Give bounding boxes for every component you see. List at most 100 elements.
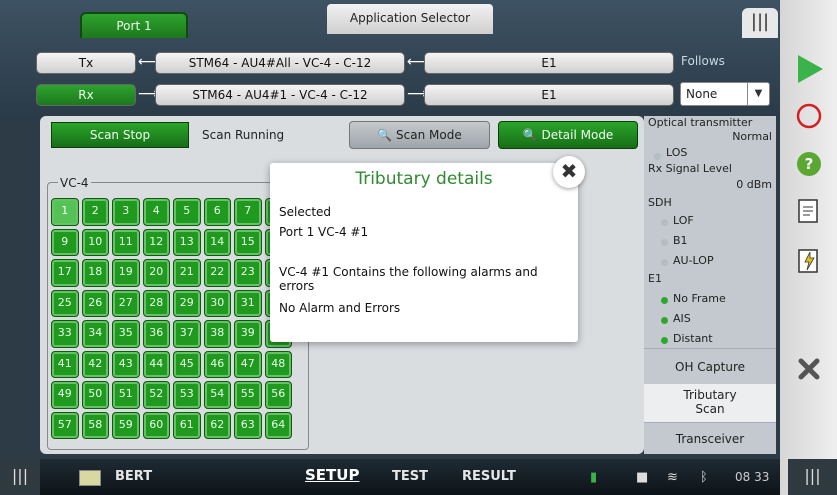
tributary-cell[interactable]: 19 <box>112 259 140 287</box>
tributary-cell[interactable]: 5 <box>173 198 201 226</box>
tributary-cell[interactable]: 15 <box>234 228 262 256</box>
tributary-cell[interactable]: 28 <box>142 289 170 317</box>
tributary-cell[interactable]: 41 <box>51 350 79 378</box>
tributary-cell[interactable]: 44 <box>142 350 170 378</box>
tributary-cell[interactable]: 29 <box>173 289 201 317</box>
tributary-cell[interactable]: 25 <box>51 289 79 317</box>
rx-signal-level-value: 0 dBm <box>736 178 772 191</box>
tributary-cell[interactable]: 33 <box>51 320 79 348</box>
tributary-cell[interactable]: 17 <box>51 259 79 287</box>
tributary-cell[interactable]: 20 <box>142 259 170 287</box>
tributary-cell[interactable]: 57 <box>51 411 79 439</box>
tributary-cell[interactable]: 61 <box>173 411 201 439</box>
au-lop-label: AU-LOP <box>673 254 714 267</box>
rx-button[interactable]: Rx <box>36 84 136 106</box>
tributary-cell[interactable]: 23 <box>234 259 262 287</box>
tx-hierarchy-box[interactable]: STM64 - AU4#All - VC-4 - C-12 <box>155 52 405 74</box>
tributary-cell[interactable]: 42 <box>81 350 109 378</box>
tab-test[interactable]: TEST <box>392 469 428 484</box>
right-grip[interactable]: ||| <box>788 459 837 495</box>
rx-client-box[interactable]: E1 <box>424 84 674 106</box>
tributary-cell[interactable]: 7 <box>234 198 262 226</box>
tributary-cell[interactable]: 58 <box>81 411 109 439</box>
tributary-cell[interactable]: 21 <box>173 259 201 287</box>
tributary-cell[interactable]: 49 <box>51 381 79 409</box>
tx-client-box[interactable]: E1 <box>424 52 674 74</box>
port-tab[interactable]: Port 1 <box>80 12 188 38</box>
tributary-cell[interactable]: 38 <box>203 320 231 348</box>
left-grip[interactable]: ||| <box>0 459 40 495</box>
no-frame-label: No Frame <box>673 292 726 305</box>
tributary-cell[interactable]: 18 <box>81 259 109 287</box>
tributary-cell[interactable]: 62 <box>203 411 231 439</box>
tributary-cell[interactable]: 3 <box>112 198 140 226</box>
scan-stop-button[interactable]: Scan Stop <box>51 122 189 148</box>
tx-button[interactable]: Tx <box>36 52 136 74</box>
tributary-cell[interactable]: 56 <box>264 381 292 409</box>
tributary-cell[interactable]: 14 <box>203 228 231 256</box>
top-menu-grip[interactable]: ||| <box>742 8 778 38</box>
tributary-cell[interactable]: 11 <box>112 228 140 256</box>
tributary-cell[interactable]: 27 <box>112 289 140 317</box>
tributary-cell[interactable]: 12 <box>142 228 170 256</box>
tributary-cell[interactable]: 59 <box>112 411 140 439</box>
tributary-cell[interactable]: 6 <box>203 198 231 226</box>
tributary-cell[interactable]: 34 <box>81 320 109 348</box>
report-button[interactable] <box>780 196 837 244</box>
tributary-cell[interactable]: 1 <box>51 198 79 226</box>
tributary-cell[interactable]: 43 <box>112 350 140 378</box>
tributary-cell[interactable]: 54 <box>203 381 231 409</box>
clipboard-lightning-icon <box>797 249 818 273</box>
tab-transceiver[interactable]: Transceiver <box>644 422 776 454</box>
no-frame-led-icon <box>661 297 668 304</box>
tributary-cell[interactable]: 53 <box>173 381 201 409</box>
tributary-cell[interactable]: 26 <box>81 289 109 317</box>
tributary-cell[interactable]: 37 <box>173 320 201 348</box>
tab-setup[interactable]: SETUP <box>305 466 359 484</box>
scan-status-text: Scan Running <box>202 128 285 142</box>
status-panel: Optical transmitter Normal LOS Rx Signal… <box>644 116 776 454</box>
tab-tributary-scan[interactable]: Tributary Scan <box>644 384 776 422</box>
tributary-grid: 1234567891011121314151617181920212223242… <box>51 198 303 439</box>
tributary-cell[interactable]: 50 <box>81 381 109 409</box>
tributary-cell[interactable]: 60 <box>142 411 170 439</box>
tributary-cell[interactable]: 36 <box>142 320 170 348</box>
tributary-cell[interactable]: 31 <box>234 289 262 317</box>
tab-oh-capture[interactable]: OH Capture <box>644 348 776 384</box>
tributary-cell[interactable]: 55 <box>234 381 262 409</box>
bert-label[interactable]: BERT <box>115 469 152 484</box>
tributary-cell[interactable]: 30 <box>203 289 231 317</box>
follows-value: None <box>686 87 718 101</box>
close-x-icon <box>798 358 819 380</box>
start-test-button[interactable] <box>780 52 837 100</box>
tributary-cell[interactable]: 47 <box>234 350 262 378</box>
tributary-cell[interactable]: 63 <box>234 411 262 439</box>
scan-mode-button[interactable]: 🔍 Scan Mode <box>349 121 490 149</box>
tributary-cell[interactable]: 22 <box>203 259 231 287</box>
tributary-cell[interactable]: 45 <box>173 350 201 378</box>
record-button[interactable] <box>780 100 837 148</box>
rx-hierarchy-box[interactable]: STM64 - AU4#1 - VC-4 - C-12 <box>155 84 405 106</box>
tab-result[interactable]: RESULT <box>462 469 516 484</box>
tributary-cell[interactable]: 39 <box>234 320 262 348</box>
tributary-details-dialog: Tributary details Selected Port 1 VC-4 #… <box>270 163 578 342</box>
close-app-button[interactable] <box>780 352 837 400</box>
tributary-cell[interactable]: 64 <box>264 411 292 439</box>
tributary-cell[interactable]: 10 <box>81 228 109 256</box>
tributary-cell[interactable]: 13 <box>173 228 201 256</box>
tributary-cell[interactable]: 51 <box>112 381 140 409</box>
tributary-cell[interactable]: 4 <box>142 198 170 226</box>
detail-mode-button[interactable]: 🔍 Detail Mode <box>498 121 638 149</box>
help-button[interactable]: ? <box>780 148 837 196</box>
dialog-close-button[interactable]: ✖ <box>553 156 585 188</box>
follows-select[interactable]: None ▼ <box>680 82 770 106</box>
tributary-cell[interactable]: 48 <box>264 350 292 378</box>
contains-line1: VC-4 #1 Contains the following alarms an… <box>279 265 538 279</box>
tributary-cell[interactable]: 9 <box>51 228 79 256</box>
tributary-cell[interactable]: 52 <box>142 381 170 409</box>
quick-action-button[interactable] <box>780 244 837 292</box>
tributary-cell[interactable]: 46 <box>203 350 231 378</box>
tributary-cell[interactable]: 35 <box>112 320 140 348</box>
tributary-cell[interactable]: 2 <box>81 198 109 226</box>
application-selector-tab[interactable]: Application Selector <box>327 4 493 34</box>
